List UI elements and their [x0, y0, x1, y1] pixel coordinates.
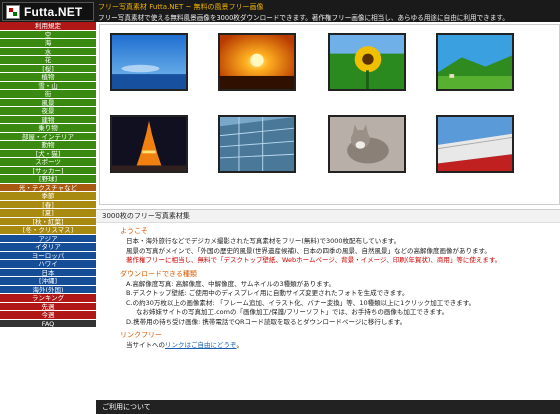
thumb-tokyo-tower[interactable] — [110, 115, 188, 173]
sidebar-item-19[interactable]: 光・テクスチャなど — [0, 183, 96, 192]
thumb-sunset[interactable] — [218, 33, 296, 91]
sidebar-item-23[interactable]: [秋・紅葉] — [0, 217, 96, 226]
sidebar-item-3[interactable]: 水 — [0, 47, 96, 56]
sidebar-item-32[interactable]: ランキング — [0, 294, 96, 303]
sidebar-item-13[interactable]: 部屋・インテリア — [0, 132, 96, 141]
sidebar-item-10[interactable]: 夜景 — [0, 107, 96, 116]
sidebar-item-18[interactable]: [野球] — [0, 175, 96, 184]
logo-text: Futta.NET — [24, 4, 83, 19]
welcome-heading: ようこそ — [120, 227, 148, 235]
sidebar-item-8[interactable]: 街 — [0, 90, 96, 99]
header: Futta.NET フリー写真素材 Futta.NET ~ 無料の風景フリー画像… — [0, 0, 560, 22]
sidebar-item-24[interactable]: [冬・クリスマス] — [0, 226, 96, 235]
download-heading: ダウンロードできる種類 — [120, 269, 197, 278]
sidebar-item-6[interactable]: 植物 — [0, 73, 96, 82]
sidebar-item-21[interactable]: [春] — [0, 200, 96, 209]
sidebar-item-20[interactable]: 季節 — [0, 192, 96, 201]
sidebar-item-31[interactable]: 海外(外国) — [0, 285, 96, 294]
thumb-meadow[interactable] — [436, 33, 514, 91]
sidebar-item-11[interactable]: 建物 — [0, 115, 96, 124]
thumb-sky-sea[interactable] — [110, 33, 188, 91]
sidebar-item-25[interactable]: アジア — [0, 234, 96, 243]
sidebar-item-17[interactable]: [サッカー] — [0, 166, 96, 175]
download-line-d: D.携帯用の待ち受け画像: 携帯電話でQRコード読取を取るとダウンロードページに… — [126, 317, 407, 326]
welcome-line-2: 風景の写真がメインで、「外国の歴史的風景(世界遺産候補)、日本の四季の風景、自然… — [126, 246, 491, 255]
sidebar-item-0[interactable]: 利用規定 — [0, 22, 96, 31]
sidebar-item-4[interactable]: 花 — [0, 56, 96, 65]
thumb-stadium[interactable] — [436, 115, 514, 173]
section-title: 3000枚のフリー写真素材集 — [96, 209, 560, 223]
link-free-heading: リンクフリー — [120, 331, 162, 339]
link-free-line: 当サイトへのリンクはご自由にどうぞ。 — [126, 341, 560, 351]
sidebar-item-34[interactable]: 今週 — [0, 311, 96, 320]
download-line-c-note: なお姉妹サイトの写真加工.comの「画像加工/保護/フリーソフト」では、お手持ち… — [136, 308, 449, 316]
sidebar-item-29[interactable]: 日本 — [0, 268, 96, 277]
link-free-link[interactable]: リンクはご自由にどうぞ — [165, 341, 237, 349]
thumb-glass-building[interactable] — [218, 115, 296, 173]
site-tagline: フリー写真素材 Futta.NET ~ 無料の風景フリー画像 — [98, 3, 264, 11]
sidebar-item-30[interactable]: [沖縄] — [0, 277, 96, 286]
photo-gallery — [99, 24, 560, 205]
logo-icon — [6, 4, 20, 19]
sidebar-item-12[interactable]: 乗り物 — [0, 124, 96, 133]
sidebar-item-28[interactable]: ハワイ — [0, 260, 96, 269]
sidebar-item-15[interactable]: [犬・猫] — [0, 149, 96, 158]
sidebar-item-22[interactable]: [夏] — [0, 209, 96, 218]
usage-section-bar[interactable]: ご利用について — [96, 400, 560, 414]
site-logo[interactable]: Futta.NET — [2, 2, 94, 21]
main-content: 3000枚のフリー写真素材集 ようこそ 日本・海外旅行などでデジカメ撮影された写… — [96, 209, 560, 414]
link-suffix: 。 — [236, 341, 244, 349]
sidebar-item-33[interactable]: 先週 — [0, 302, 96, 311]
sidebar-item-2[interactable]: 海 — [0, 39, 96, 48]
sidebar-item-35[interactable]: FAQ — [0, 319, 96, 328]
welcome-line-3: 著作権フリーに相当し、無料で「デスクトップ壁紙、Webホームページ、背景・イメー… — [126, 256, 502, 264]
sidebar-item-14[interactable]: 動物 — [0, 141, 96, 150]
sidebar-item-1[interactable]: 空 — [0, 30, 96, 39]
download-line-c: C.の約30万枚以上の画像素材: 「フレーム追加、イラスト化、バナー変換」等、1… — [126, 298, 476, 307]
download-line-b: B.デスクトップ壁紙: ご使用中のディスプレイ用に自動サイズ変更されたフォトを生… — [126, 289, 409, 297]
welcome-line-1: 日本・海外旅行などでデジカメ撮影された写真素材をフリー(無料)で3000枚配布し… — [126, 237, 401, 245]
sidebar-item-26[interactable]: イタリア — [0, 243, 96, 252]
sidebar-item-7[interactable]: 雪・山 — [0, 81, 96, 90]
sidebar-item-27[interactable]: ヨーロッパ — [0, 251, 96, 260]
sidebar-item-9[interactable]: 風景 — [0, 98, 96, 107]
download-line-a: A.高解像度写真: 高解像度、中解像度、サムネイルの3種類があります。 — [126, 279, 336, 288]
sidebar: 利用規定空海水花 [桜] 植物 雪・山街風景 夜景 建物 乗り物 部屋・インテリア 動物 [犬・猫… — [0, 22, 96, 414]
sidebar-item-16[interactable]: スポーツ — [0, 158, 96, 167]
thumb-sunflower[interactable] — [328, 33, 406, 91]
site-description: フリー写真素材で使える無料風景画像を3000枚ダウンロードできます。著作権フリー… — [98, 14, 509, 22]
thumb-cat[interactable] — [328, 115, 406, 173]
sidebar-item-5[interactable]: [桜] — [0, 64, 96, 73]
link-prefix: 当サイトへの — [126, 341, 165, 349]
